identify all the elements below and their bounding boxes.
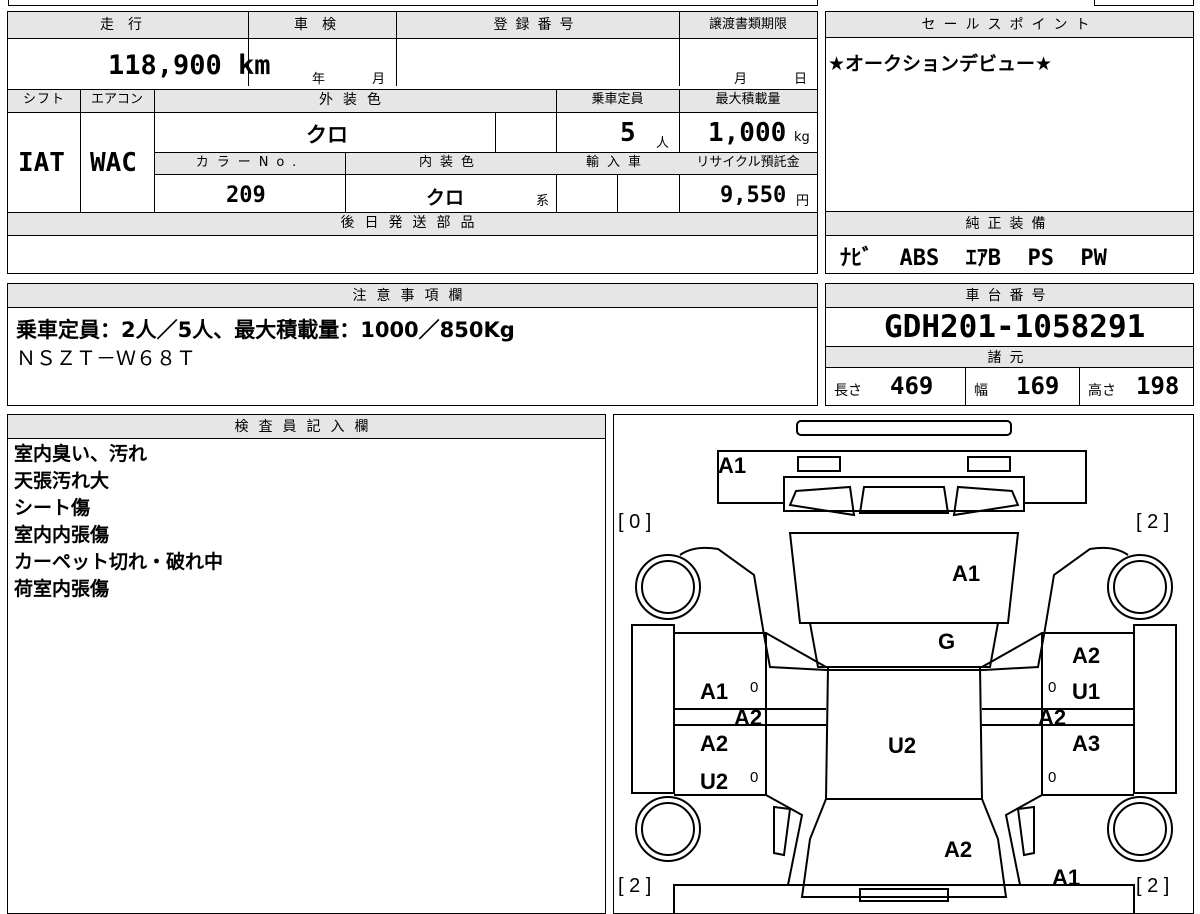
import-label: 輸入車 xyxy=(556,153,679,174)
spec-label: 諸元 xyxy=(826,346,1193,368)
inspection-label: 車検 xyxy=(248,12,396,38)
recycle-deposit-label: リサイクル預託金 xyxy=(679,153,817,174)
inspection-year: 年 xyxy=(312,72,326,87)
aircon-label: エアコン xyxy=(80,90,154,112)
mark-left-rear-door-num: 0 xyxy=(750,769,759,786)
capacity-value: 5 xyxy=(620,118,636,148)
inspector-lines: 室内臭い、汚れ 天張汚れ大 シート傷 室内内張傷 カーペット切れ・破れ中 荷室内… xyxy=(14,441,223,603)
equipment-box: 純正装備 ﾅﾋﾞ ABS ｴｱB PS PW xyxy=(825,211,1194,274)
mark-left-pillar: A2 xyxy=(734,705,763,730)
inspector-line: カーペット切れ・破れ中 xyxy=(14,551,224,573)
mark-left-front-door-num: 0 xyxy=(750,679,759,696)
equipment-text: ﾅﾋﾞ ABS ｴｱB PS PW xyxy=(840,246,1107,271)
max-load-value: 1,000 xyxy=(708,118,787,148)
mark-right-front-door-top: A2 xyxy=(1072,643,1101,668)
mark-hood: A1 xyxy=(952,561,981,586)
condition-diagram: [ 0 ] [ 2 ] [ 2 ] [ 2 ] A1 A1 G A1 0 A2 … xyxy=(613,414,1194,914)
sales-point-box: セールスポイント ★オークションデビュー★ xyxy=(825,11,1194,212)
sales-point-label: セールスポイント xyxy=(826,12,1193,38)
transfer-month: 月 xyxy=(734,72,748,87)
mileage-value: 118,900 km xyxy=(108,50,271,81)
tire-front-right: [ 2 ] xyxy=(1136,511,1170,533)
width-label: 幅 xyxy=(974,383,988,399)
height-label: 高さ xyxy=(1088,383,1116,399)
later-parts-label: 後日発送部品 xyxy=(8,213,817,235)
inspector-box: 検査員記入欄 室内臭い、汚れ 天張汚れ大 シート傷 室内内張傷 カーペット切れ・… xyxy=(7,414,606,914)
mark-right-front-door: U1 xyxy=(1072,679,1101,704)
mark-rear-bumper: A1 xyxy=(1052,865,1081,890)
chassis-number-value: GDH201-1058291 xyxy=(884,309,1146,345)
max-load-label: 最大積載量 xyxy=(679,90,817,112)
color-number-label: カラーNo. xyxy=(155,153,345,174)
width-value: 169 xyxy=(1016,372,1060,400)
tire-rear-left: [ 2 ] xyxy=(618,875,652,897)
inspector-label: 検査員記入欄 xyxy=(8,415,605,439)
recycle-deposit-value: 9,550 xyxy=(720,183,787,208)
inspector-line: 室内臭い、汚れ xyxy=(14,443,148,465)
notes-line-2: ＮＳＺＴ－Ｗ６８Ｔ xyxy=(16,346,196,370)
mark-right-pillar: A2 xyxy=(1038,705,1067,730)
inspection-month: 月 xyxy=(372,72,386,87)
aircon-value: WAC xyxy=(90,148,137,178)
mark-rear-glass: A2 xyxy=(944,837,973,862)
max-load-unit: kg xyxy=(794,130,810,145)
interior-color-value: クロ xyxy=(426,187,465,209)
mark-windshield: G xyxy=(938,629,956,654)
mark-left-rear-door: A2 xyxy=(700,731,729,756)
mark-left-rear-door-2: U2 xyxy=(700,769,729,794)
length-value: 469 xyxy=(890,372,934,400)
interior-color-label: 内装色 xyxy=(345,153,556,174)
shift-value: IAT xyxy=(18,148,65,178)
notes-line-1: 乗車定員：2人／5人、最大積載量：1000／850Kg xyxy=(16,318,515,342)
inspector-line: 室内内張傷 xyxy=(14,524,110,546)
mileage-label: 走行 xyxy=(8,12,248,38)
notes-box: 注意事項欄 乗車定員：2人／5人、最大積載量：1000／850Kg ＮＳＺＴ－Ｗ… xyxy=(7,283,818,406)
car-outline-diagram xyxy=(631,420,1177,913)
inspector-line: シート傷 xyxy=(14,497,91,519)
vehicle-info-table: 走行 車検 登録番号 譲渡書類期限 118,900 km 年 月 月 日 シフト… xyxy=(7,11,818,274)
inspector-line: 荷室内張傷 xyxy=(14,578,110,600)
transfer-day: 日 xyxy=(794,72,808,87)
chassis-number-label: 車台番号 xyxy=(826,284,1193,308)
notes-label: 注意事項欄 xyxy=(8,284,817,308)
registration-label: 登録番号 xyxy=(396,12,679,38)
tire-rear-right: [ 2 ] xyxy=(1136,875,1170,897)
exterior-color-value: クロ xyxy=(306,123,348,147)
mark-front-bumper: A1 xyxy=(718,453,747,478)
recycle-deposit-unit: 円 xyxy=(796,194,810,209)
inspector-line: 天張汚れ大 xyxy=(14,470,110,492)
capacity-label: 乗車定員 xyxy=(556,90,679,112)
sales-point-text: ★オークションデビュー★ xyxy=(828,53,1053,75)
top-strip-fragment xyxy=(8,0,818,6)
interior-color-suffix: 系 xyxy=(536,194,550,209)
shift-label: シフト xyxy=(8,90,80,112)
color-number-value: 209 xyxy=(226,183,266,208)
mark-right-front-door-num: 0 xyxy=(1048,679,1057,696)
capacity-unit: 人 xyxy=(656,136,670,151)
transfer-deadline-label: 譲渡書類期限 xyxy=(679,12,817,38)
length-label: 長さ xyxy=(834,383,862,399)
mark-right-rear-door-num: 0 xyxy=(1048,769,1057,786)
mark-roof: U2 xyxy=(888,733,917,758)
mark-right-rear-door: A3 xyxy=(1072,731,1101,756)
chassis-box: 車台番号 GDH201-1058291 諸元 長さ 469 幅 169 高さ 1… xyxy=(825,283,1194,406)
equipment-label: 純正装備 xyxy=(826,212,1193,236)
top-strip-fragment-right xyxy=(1094,0,1194,6)
tire-front-left: [ 0 ] xyxy=(618,511,652,533)
mark-left-front-door: A1 xyxy=(700,679,729,704)
height-value: 198 xyxy=(1136,372,1180,400)
exterior-color-label: 外装色 xyxy=(154,90,556,112)
